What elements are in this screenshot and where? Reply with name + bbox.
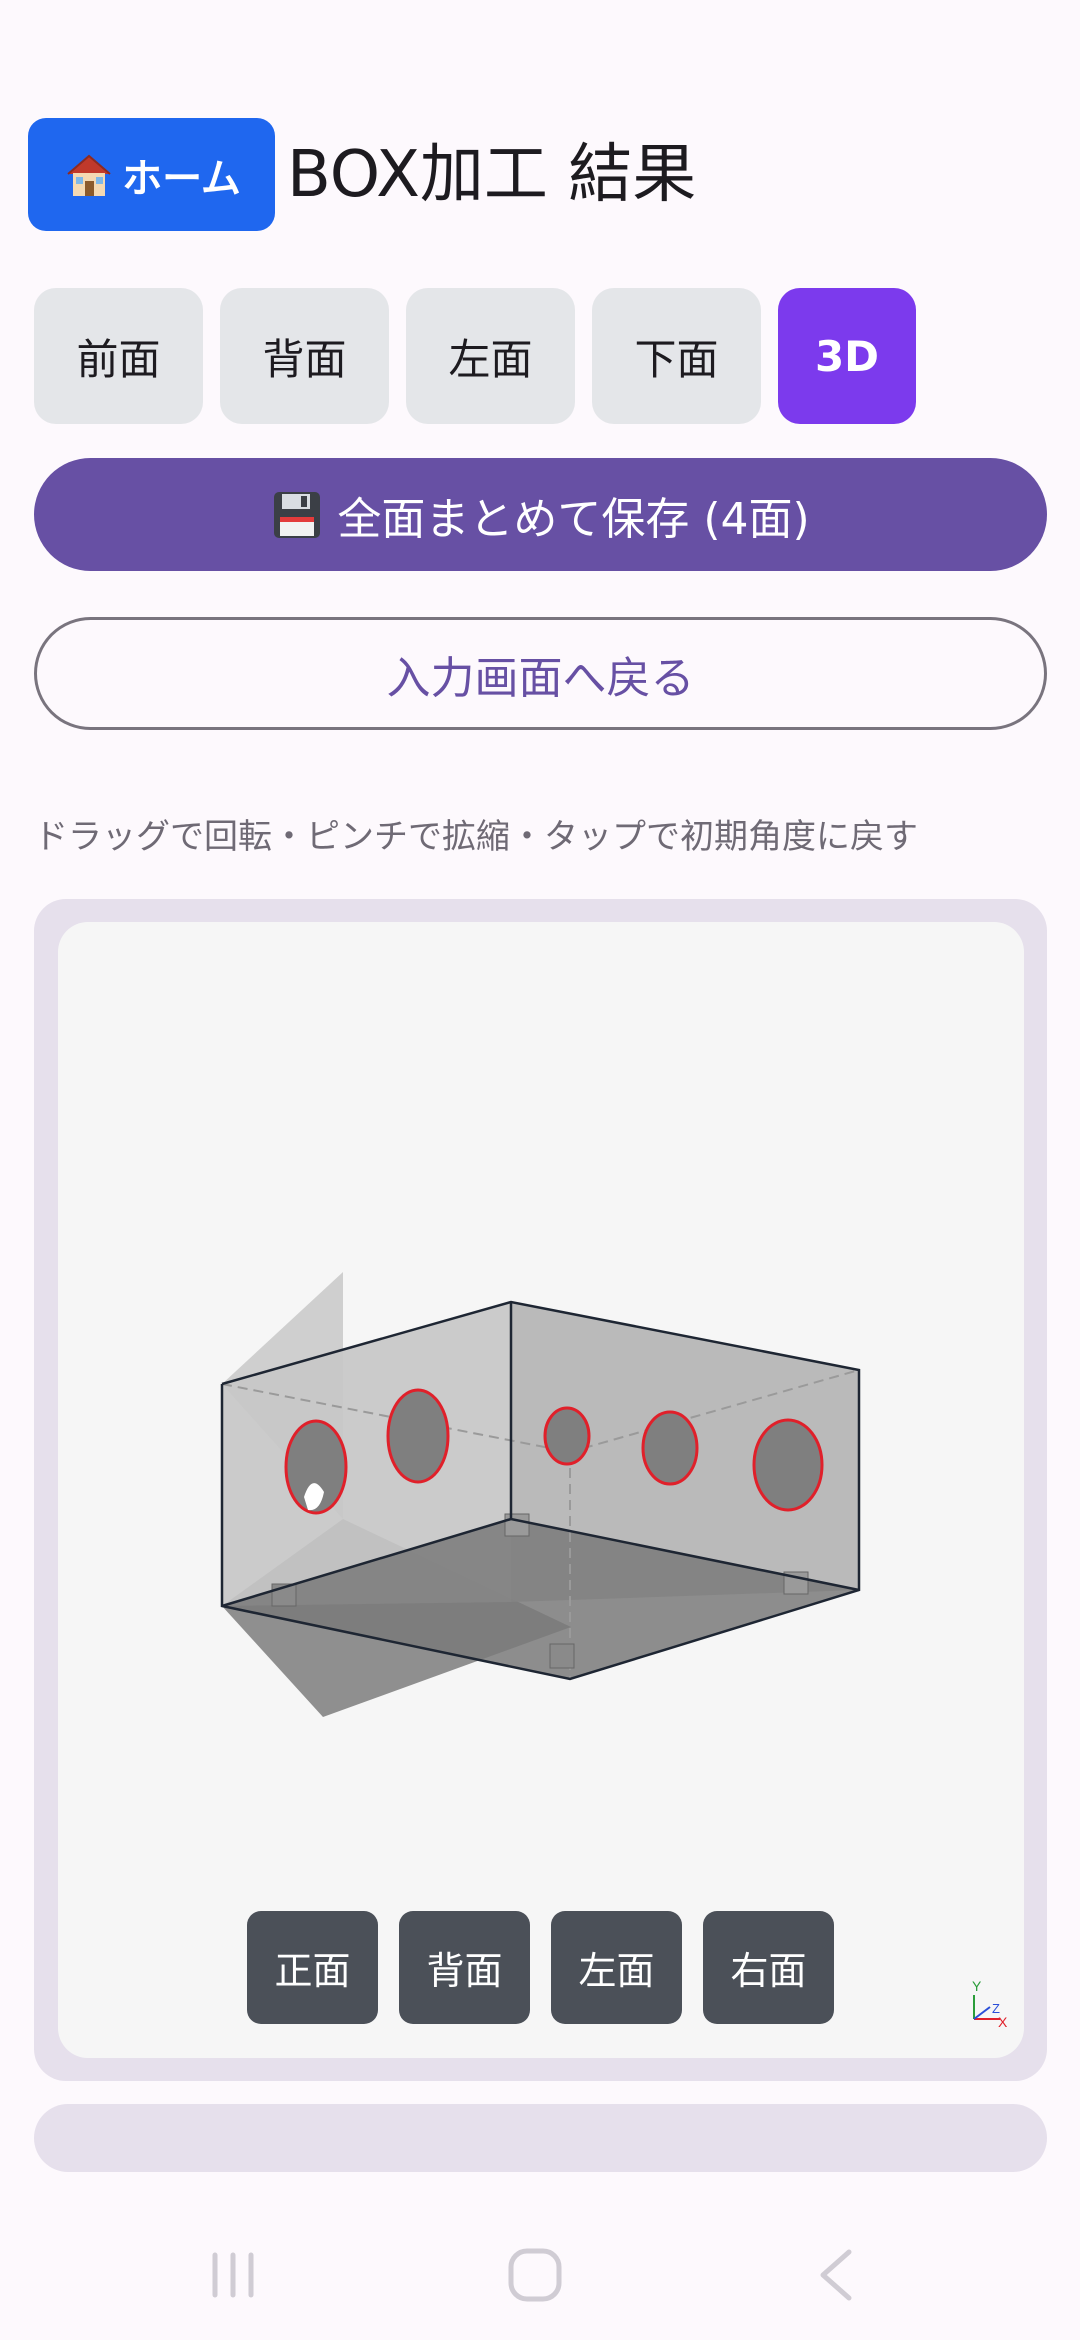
back-nav-icon[interactable]	[797, 2240, 877, 2310]
tab-left[interactable]: 左面	[406, 288, 575, 424]
save-all-label: 全面まとめて保存 (4面)	[337, 493, 810, 545]
box-3d-model	[220, 1272, 861, 1717]
tab-back[interactable]: 背面	[220, 288, 389, 424]
bottom-panel	[34, 2104, 1047, 2172]
tab-bottom[interactable]: 下面	[592, 288, 761, 424]
axis-x-label: X	[998, 2014, 1008, 2027]
view-left-button[interactable]: 左面	[551, 1911, 682, 2024]
home-nav-icon[interactable]	[495, 2240, 575, 2310]
3d-viewer-canvas[interactable]: Y Z X	[58, 922, 1024, 2058]
home-button[interactable]: ホーム	[28, 118, 275, 231]
viewer-hint: ドラッグで回転・ピンチで拡縮・タップで初期角度に戻す	[34, 817, 918, 857]
back-to-input-button[interactable]: 入力画面へ戻る	[34, 617, 1047, 730]
axis-y-label: Y	[972, 1978, 982, 1994]
view-back-button[interactable]: 背面	[399, 1911, 530, 2024]
tab-front[interactable]: 前面	[34, 288, 203, 424]
house-icon	[62, 148, 116, 202]
axes-gizmo: Y Z X	[968, 1977, 1008, 2030]
view-right-button[interactable]: 右面	[703, 1911, 834, 2024]
view-front-button[interactable]: 正面	[247, 1911, 378, 2024]
floppy-icon	[271, 489, 323, 541]
save-all-button[interactable]: 全面まとめて保存 (4面)	[34, 458, 1047, 571]
tab-3d[interactable]: 3D	[778, 288, 916, 424]
home-label: ホーム	[122, 155, 241, 202]
page-title: BOX加工 結果	[287, 138, 697, 212]
recent-apps-icon[interactable]	[193, 2240, 273, 2310]
